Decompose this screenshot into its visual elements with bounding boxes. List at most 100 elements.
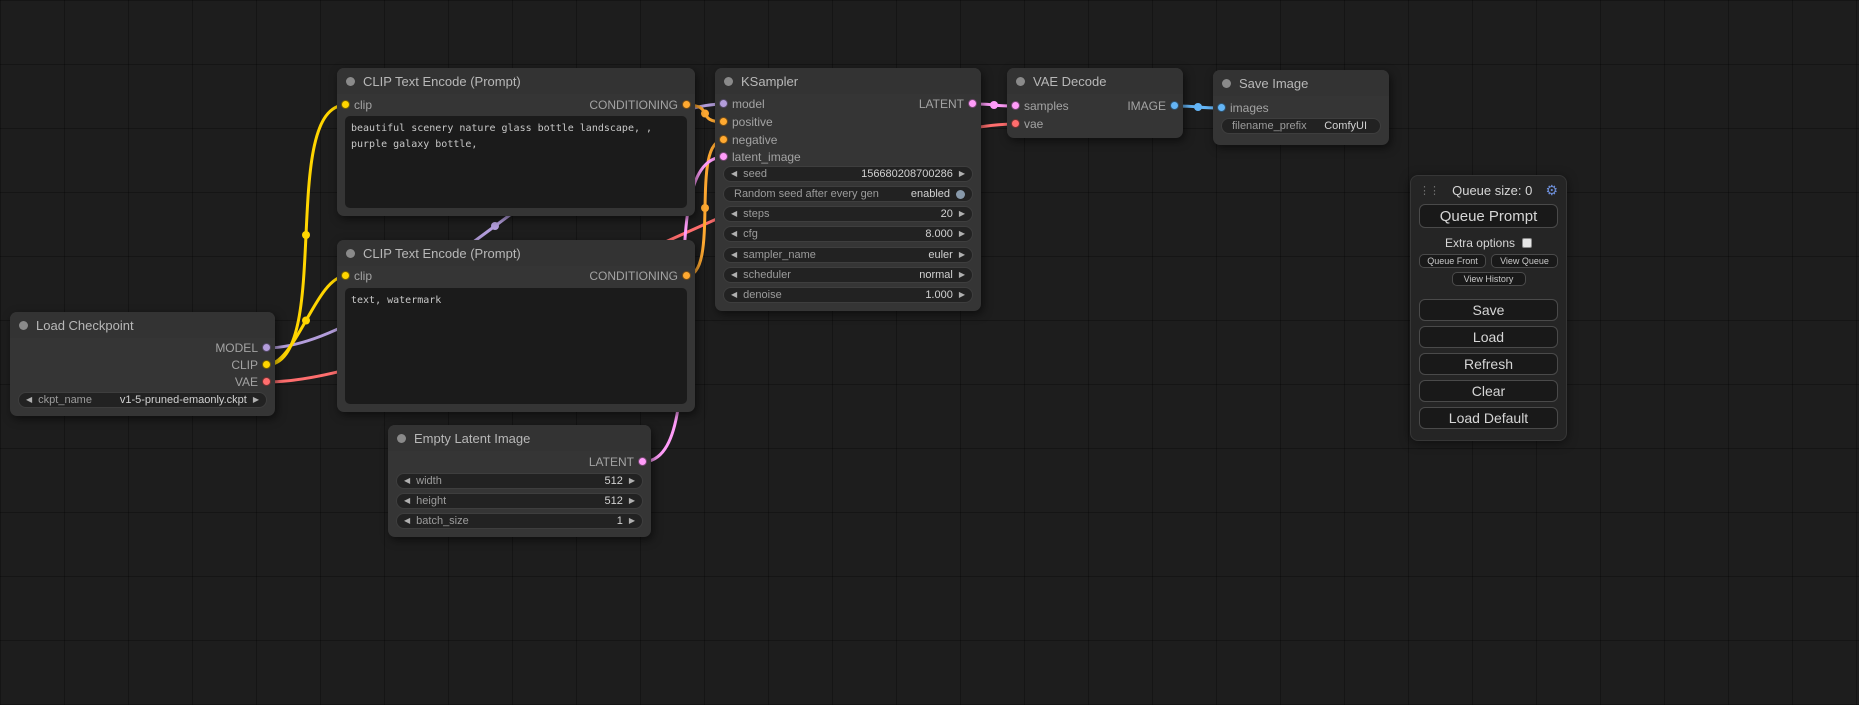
input-slot-negative[interactable]: negative (715, 133, 777, 147)
node-title-bar[interactable]: CLIP Text Encode (Prompt) (337, 68, 695, 94)
clip-input-dot-icon[interactable] (341, 271, 350, 280)
left-arrow-icon[interactable]: ◀ (731, 291, 737, 299)
link-midpoint-dot[interactable] (701, 110, 709, 118)
widget-seed[interactable]: ◀ seed 156680208700286 ▶ (723, 166, 973, 182)
output-slot-latent[interactable]: LATENT (589, 455, 651, 469)
left-arrow-icon[interactable]: ◀ (731, 251, 737, 259)
link-midpoint-dot[interactable] (1194, 103, 1202, 111)
conditioning-output-dot-icon[interactable] (682, 271, 691, 280)
clear-button[interactable]: Clear (1419, 380, 1558, 402)
input-slot-samples[interactable]: samples (1007, 99, 1069, 113)
toggle-on-icon[interactable] (956, 190, 965, 199)
widget-sampler-name[interactable]: ◀ sampler_name euler ▶ (723, 247, 973, 263)
right-arrow-icon[interactable]: ▶ (959, 170, 965, 178)
link-midpoint-dot[interactable] (302, 231, 310, 239)
latent-input-dot-icon[interactable] (1011, 101, 1020, 110)
widget-steps[interactable]: ◀ steps 20 ▶ (723, 206, 973, 222)
input-slot-vae[interactable]: vae (1007, 117, 1043, 131)
load-default-button[interactable]: Load Default (1419, 407, 1558, 429)
clip-output-dot-icon[interactable] (262, 360, 271, 369)
left-arrow-icon[interactable]: ◀ (731, 170, 737, 178)
right-arrow-icon[interactable]: ▶ (629, 477, 635, 485)
left-arrow-icon[interactable]: ◀ (404, 517, 410, 525)
right-arrow-icon[interactable]: ▶ (959, 230, 965, 238)
model-output-dot-icon[interactable] (262, 343, 271, 352)
node-clip-text-encode-positive[interactable]: CLIP Text Encode (Prompt) clip CONDITION… (337, 68, 695, 216)
node-graph-canvas[interactable]: Load Checkpoint MODEL CLIP VAE ◀ ckpt_na… (0, 0, 1859, 705)
input-slot-model[interactable]: model (715, 97, 765, 111)
positive-prompt-textarea[interactable]: beautiful scenery nature glass bottle la… (345, 116, 687, 208)
negative-prompt-textarea[interactable]: text, watermark (345, 288, 687, 404)
queue-front-button[interactable]: Queue Front (1419, 254, 1486, 268)
widget-batch-size[interactable]: ◀ batch_size 1 ▶ (396, 513, 643, 529)
load-button[interactable]: Load (1419, 326, 1558, 348)
node-empty-latent-image[interactable]: Empty Latent Image LATENT ◀ width 512 ▶ … (388, 425, 651, 537)
link-midpoint-dot[interactable] (701, 204, 709, 212)
node-load-checkpoint[interactable]: Load Checkpoint MODEL CLIP VAE ◀ ckpt_na… (10, 312, 275, 416)
widget-filename-prefix[interactable]: filename_prefix ComfyUI (1221, 118, 1381, 134)
view-history-button[interactable]: View History (1452, 272, 1526, 286)
conditioning-input-dot-icon[interactable] (719, 135, 728, 144)
widget-cfg[interactable]: ◀ cfg 8.000 ▶ (723, 226, 973, 242)
latent-output-dot-icon[interactable] (968, 99, 977, 108)
node-title-bar[interactable]: VAE Decode (1007, 68, 1183, 94)
right-arrow-icon[interactable]: ▶ (959, 271, 965, 279)
right-arrow-icon[interactable]: ▶ (959, 291, 965, 299)
node-title-bar[interactable]: Save Image (1213, 70, 1389, 96)
node-title-bar[interactable]: KSampler (715, 68, 981, 94)
collapse-dot-icon[interactable] (1016, 77, 1025, 86)
node-title-bar[interactable]: CLIP Text Encode (Prompt) (337, 240, 695, 266)
input-slot-clip[interactable]: clip (337, 269, 372, 283)
latent-input-dot-icon[interactable] (719, 152, 728, 161)
link-midpoint-dot[interactable] (302, 317, 310, 325)
left-arrow-icon[interactable]: ◀ (404, 477, 410, 485)
node-save-image[interactable]: Save Image images filename_prefix ComfyU… (1213, 70, 1389, 145)
node-title-bar[interactable]: Load Checkpoint (10, 312, 275, 338)
input-slot-latent-image[interactable]: latent_image (715, 150, 801, 164)
output-slot-model[interactable]: MODEL (215, 341, 275, 355)
link-midpoint-dot[interactable] (491, 222, 499, 230)
node-vae-decode[interactable]: VAE Decode samples vae IMAGE (1007, 68, 1183, 138)
output-slot-conditioning[interactable]: CONDITIONING (589, 98, 695, 112)
image-output-dot-icon[interactable] (1170, 101, 1179, 110)
conditioning-output-dot-icon[interactable] (682, 100, 691, 109)
image-input-dot-icon[interactable] (1217, 103, 1226, 112)
collapse-dot-icon[interactable] (19, 321, 28, 330)
widget-ckpt-name[interactable]: ◀ ckpt_name v1-5-pruned-emaonly.ckpt ▶ (18, 392, 267, 408)
collapse-dot-icon[interactable] (724, 77, 733, 86)
latent-output-dot-icon[interactable] (638, 457, 647, 466)
clip-input-dot-icon[interactable] (341, 100, 350, 109)
left-arrow-icon[interactable]: ◀ (731, 230, 737, 238)
node-title-bar[interactable]: Empty Latent Image (388, 425, 651, 451)
vae-output-dot-icon[interactable] (262, 377, 271, 386)
model-input-dot-icon[interactable] (719, 99, 728, 108)
view-queue-button[interactable]: View Queue (1491, 254, 1558, 268)
settings-gear-icon[interactable]: ⚙ (1545, 182, 1558, 199)
node-clip-text-encode-negative[interactable]: CLIP Text Encode (Prompt) clip CONDITION… (337, 240, 695, 412)
left-arrow-icon[interactable]: ◀ (404, 497, 410, 505)
left-arrow-icon[interactable]: ◀ (731, 210, 737, 218)
collapse-dot-icon[interactable] (397, 434, 406, 443)
refresh-button[interactable]: Refresh (1419, 353, 1558, 375)
right-arrow-icon[interactable]: ▶ (629, 497, 635, 505)
output-slot-latent[interactable]: LATENT (919, 97, 981, 111)
link-midpoint-dot[interactable] (990, 101, 998, 109)
left-arrow-icon[interactable]: ◀ (26, 396, 32, 404)
widget-denoise[interactable]: ◀ denoise 1.000 ▶ (723, 287, 973, 303)
collapse-dot-icon[interactable] (1222, 79, 1231, 88)
input-slot-images[interactable]: images (1213, 101, 1269, 115)
drag-handle-icon[interactable]: ⋮⋮ (1419, 184, 1439, 197)
widget-width[interactable]: ◀ width 512 ▶ (396, 473, 643, 489)
widget-height[interactable]: ◀ height 512 ▶ (396, 493, 643, 509)
queue-prompt-button[interactable]: Queue Prompt (1419, 204, 1558, 228)
input-slot-clip[interactable]: clip (337, 98, 372, 112)
widget-scheduler[interactable]: ◀ scheduler normal ▶ (723, 267, 973, 283)
output-slot-conditioning[interactable]: CONDITIONING (589, 269, 695, 283)
output-slot-vae[interactable]: VAE (235, 375, 275, 389)
right-arrow-icon[interactable]: ▶ (959, 251, 965, 259)
right-arrow-icon[interactable]: ▶ (253, 396, 259, 404)
input-slot-positive[interactable]: positive (715, 115, 773, 129)
left-arrow-icon[interactable]: ◀ (731, 271, 737, 279)
right-arrow-icon[interactable]: ▶ (629, 517, 635, 525)
save-button[interactable]: Save (1419, 299, 1558, 321)
